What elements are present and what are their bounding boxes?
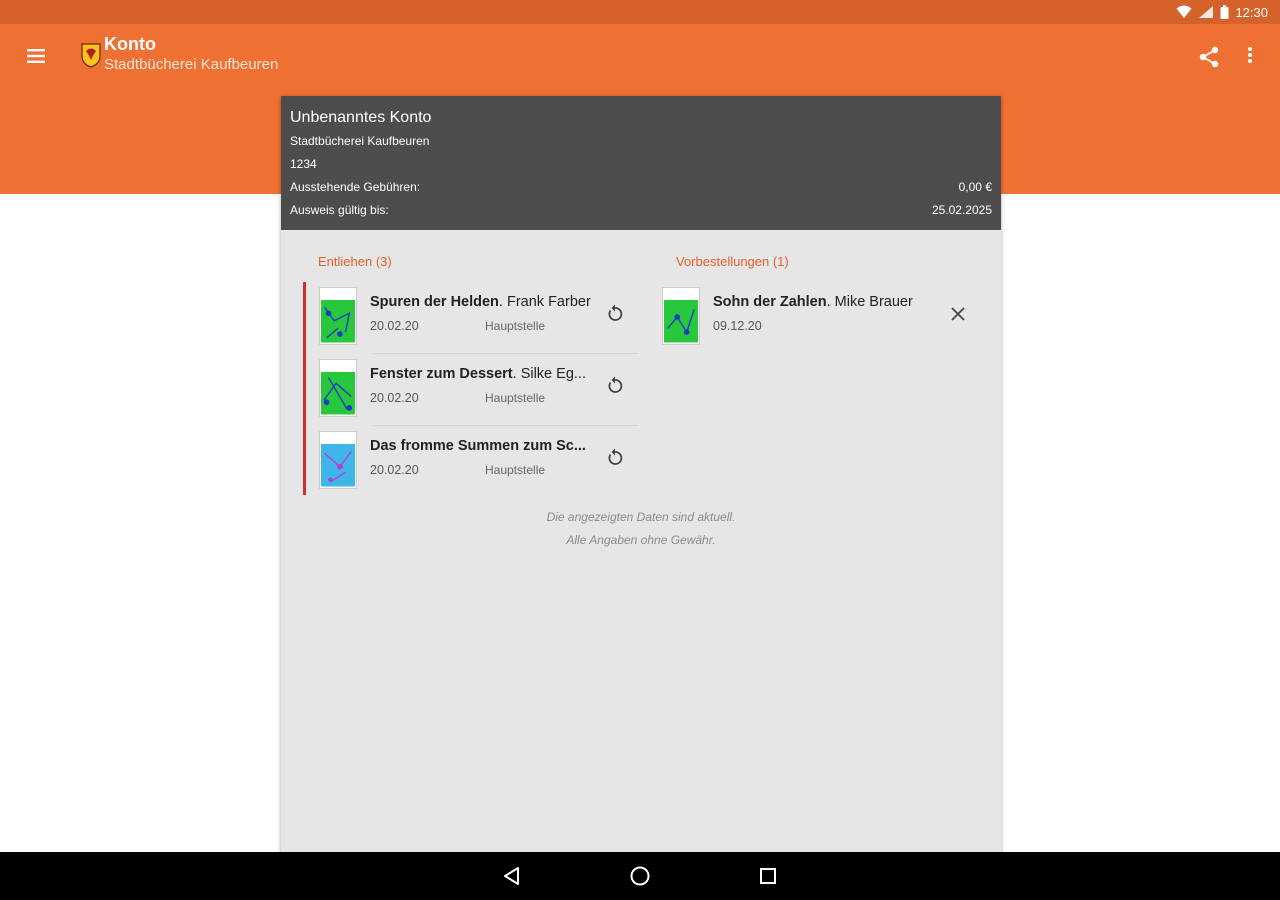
item-author: . Silke Eg... — [512, 366, 586, 382]
item-title-line: Fenster zum Dessert. Silke Eg... — [370, 366, 598, 382]
item-date: 20.02.20 — [370, 319, 419, 333]
renew-icon — [608, 448, 623, 465]
recents-button[interactable] — [756, 864, 780, 888]
item-title: Spuren der Helden — [370, 294, 499, 310]
book-cover — [319, 287, 357, 345]
item-title-line: Das fromme Summen zum Sc... — [370, 438, 598, 454]
reservations-title: Vorbestellungen (1) — [676, 254, 789, 269]
account-card: Unbenanntes Konto Stadtbücherei Kaufbeur… — [281, 96, 1001, 856]
share-button[interactable] — [1196, 44, 1222, 70]
list-item[interactable]: Fenster zum Dessert. Silke Eg... 20.02.2… — [303, 354, 638, 426]
home-icon — [630, 866, 650, 886]
lent-list: Spuren der Helden. Frank Farber 20.02.20… — [303, 282, 638, 498]
item-branch: Hauptstelle — [485, 319, 546, 333]
item-date: 20.02.20 — [370, 391, 419, 405]
account-name: Unbenanntes Konto — [290, 109, 432, 126]
item-date: 09.12.20 — [713, 319, 762, 333]
list-item[interactable]: Das fromme Summen zum Sc... 20.02.20 Hau… — [303, 426, 638, 498]
cancel-reservation-button[interactable] — [946, 302, 970, 326]
item-title: Das fromme Summen zum Sc... — [370, 438, 586, 454]
item-title-line: Sohn der Zahlen. Mike Brauer — [713, 294, 941, 310]
item-title: Sohn der Zahlen — [713, 294, 827, 310]
book-cover — [319, 359, 357, 417]
renew-button[interactable] — [603, 374, 627, 398]
disclaimer-line-2: Alle Angaben ohne Gewähr. — [566, 533, 716, 547]
back-icon — [504, 867, 519, 885]
item-branch: Hauptstelle — [485, 463, 546, 477]
app-subtitle: Stadtbücherei Kaufbeuren — [104, 56, 279, 73]
validity-value: 25.02.2025 — [931, 203, 992, 217]
renew-button[interactable] — [603, 302, 627, 326]
item-date: 20.02.20 — [370, 463, 419, 477]
cover-art-icon — [321, 300, 355, 343]
status-bar: 12:30 — [0, 0, 1280, 24]
back-button[interactable] — [500, 864, 524, 888]
validity-row: Ausweis gültig bis: 25.02.2025 — [290, 199, 992, 222]
more-vert-icon — [1248, 47, 1252, 63]
status-icons: 12:30 — [1176, 3, 1268, 21]
wifi-icon — [1176, 5, 1192, 18]
renew-button[interactable] — [603, 446, 627, 470]
data-disclaimer: Die angezeigten Daten sind aktuell. Alle… — [281, 506, 1001, 552]
lent-section: Entliehen (3) Spuren der Helden. Frank F… — [303, 230, 638, 498]
overflow-menu-button[interactable] — [1240, 44, 1260, 70]
cover-art-icon — [321, 372, 355, 415]
account-library: Stadtbücherei Kaufbeuren — [290, 134, 430, 148]
recents-icon — [760, 868, 776, 884]
fees-row: Ausstehende Gebühren: 0,00 € — [290, 176, 992, 199]
reservations-list: Sohn der Zahlen. Mike Brauer 09.12.20 — [661, 282, 981, 354]
navigation-bar — [0, 852, 1280, 900]
item-author: . Mike Brauer — [826, 294, 913, 310]
hamburger-icon — [27, 49, 45, 63]
library-logo-icon — [81, 43, 101, 68]
item-title-line: Spuren der Helden. Frank Farber — [370, 294, 598, 310]
cover-art-icon — [664, 300, 698, 343]
validity-label: Ausweis gültig bis: — [290, 203, 389, 217]
clock: 12:30 — [1235, 4, 1268, 20]
account-header: Unbenanntes Konto Stadtbücherei Kaufbeur… — [281, 96, 1001, 230]
share-icon — [1199, 46, 1219, 68]
renew-icon — [608, 376, 623, 393]
fees-value: 0,00 € — [958, 180, 992, 194]
cover-art-icon — [321, 444, 355, 487]
list-item[interactable]: Spuren der Helden. Frank Farber 20.02.20… — [303, 282, 638, 354]
item-author: . Frank Farber — [498, 294, 591, 310]
list-item[interactable]: Sohn der Zahlen. Mike Brauer 09.12.20 — [661, 282, 981, 354]
lent-title: Entliehen (3) — [318, 254, 392, 269]
disclaimer-line-1: Die angezeigten Daten sind aktuell. — [546, 510, 736, 524]
home-button[interactable] — [628, 864, 652, 888]
item-title: Fenster zum Dessert — [370, 366, 513, 382]
book-cover — [662, 287, 700, 345]
fees-label: Ausstehende Gebühren: — [290, 180, 421, 194]
account-number: 1234 — [290, 157, 317, 171]
signal-icon — [1199, 6, 1214, 18]
close-icon — [951, 307, 965, 321]
menu-button[interactable] — [22, 44, 50, 68]
app-title: Konto — [104, 34, 156, 54]
renew-icon — [608, 304, 623, 321]
battery-icon — [1220, 5, 1229, 19]
reservations-section: Vorbestellungen (1) Sohn der Zahlen. Mik… — [661, 230, 981, 354]
book-cover — [319, 431, 357, 489]
item-branch: Hauptstelle — [485, 391, 546, 405]
